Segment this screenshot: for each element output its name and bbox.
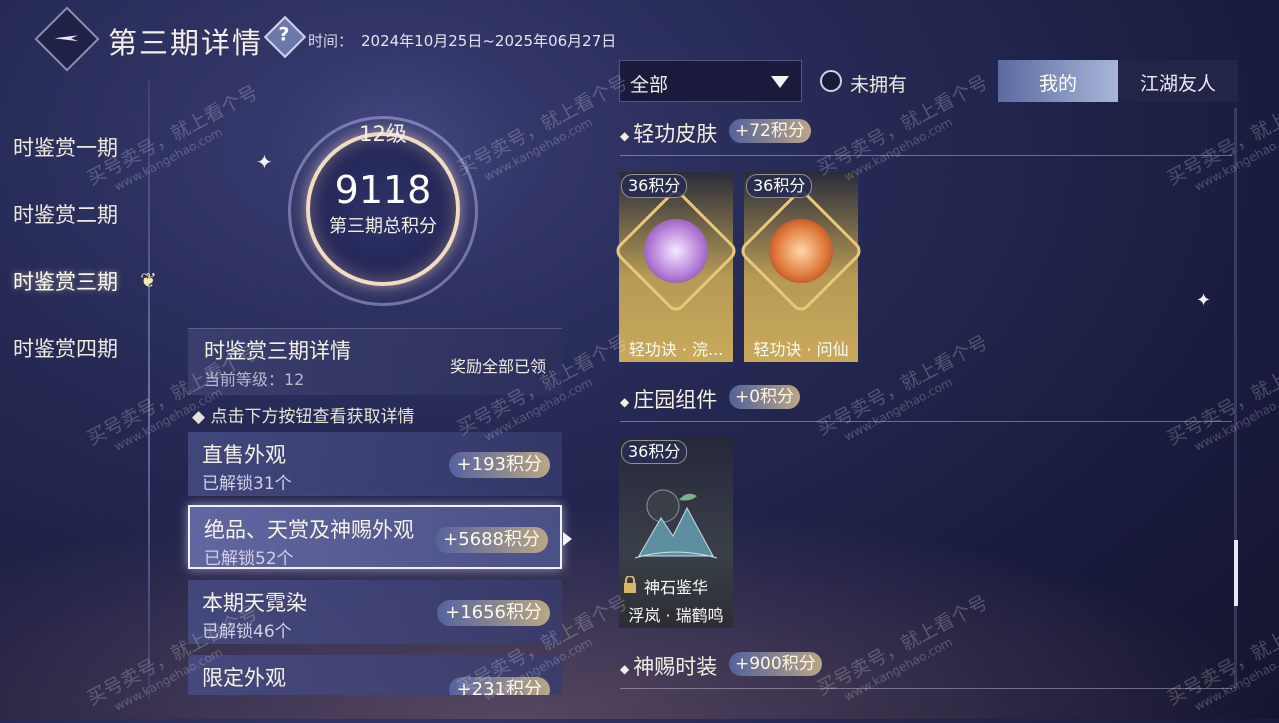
question-icon: ? (278, 23, 290, 46)
section-points-badge: +0积分 (729, 385, 801, 409)
detail-title: 时鉴赏三期详情 (204, 339, 351, 363)
watermark: 买号卖号，就上看个号 www.kangehao.com (1163, 341, 1279, 454)
category-title: 本期天霓染 (202, 591, 307, 615)
item-name: 轻功诀 · 浣... (628, 340, 724, 359)
category-points-badge: +5688积分 (435, 527, 548, 553)
tab-mine-label: 我的 (1038, 73, 1077, 95)
period-detail-card[interactable]: 时鉴赏三期详情 当前等级：12 奖励全部已领 (188, 328, 562, 395)
category-limited[interactable]: 限定外观 +231积分 (188, 655, 562, 695)
category-count: 已解锁31个 (202, 474, 292, 494)
scrollbar-thumb[interactable] (1234, 540, 1238, 606)
section-points-badge: +72积分 (729, 119, 811, 143)
section-title: ◆ 轻功皮肤 (620, 122, 718, 146)
level-text: 12级 (359, 122, 407, 146)
category-points-badge: +1656积分 (437, 600, 550, 626)
watermark: 买号卖号，就上看个号 www.kangehao.com (813, 591, 992, 704)
item-name: 轻功诀 · 问仙 (753, 340, 849, 359)
nav-item-period-1[interactable]: 时鉴赏一期 (13, 132, 118, 162)
reward-status: 奖励全部已领 (449, 357, 546, 376)
hint-text: ◆ 点击下方按钮查看获取详情 (192, 407, 415, 427)
back-button[interactable] (34, 6, 100, 72)
section-points-badge: +900积分 (729, 652, 822, 676)
qinggong-skin-icon (644, 219, 708, 283)
tab-friends[interactable]: 江湖友人 (1118, 60, 1238, 102)
nav-item-period-3[interactable]: 时鉴赏三期 (13, 266, 118, 296)
section-title: ◆ 神赐时装 (620, 655, 718, 679)
category-title: 限定外观 (202, 666, 286, 690)
period-label: 时间： (308, 32, 354, 50)
section-title: ◆ 庄园组件 (620, 388, 718, 412)
dropdown-value: 全部 (630, 74, 669, 96)
selected-arrow-icon (563, 532, 572, 546)
page-title: 第三期详情 (108, 26, 264, 60)
tab-mine[interactable]: 我的 (998, 60, 1118, 102)
category-count: 已解锁46个 (202, 622, 292, 642)
section-divider (620, 155, 1232, 156)
tab-friends-label: 江湖友人 (1139, 73, 1216, 95)
sparkle-icon: ✦ (1196, 290, 1212, 311)
category-points-badge: +193积分 (448, 452, 550, 478)
category-premium-appearance[interactable]: 绝品、天赏及神赐外观 已解锁52个 +5688积分 (188, 505, 562, 569)
section-divider (620, 421, 1232, 422)
qinggong-skin-icon (769, 219, 833, 283)
nav-item-period-2[interactable]: 时鉴赏二期 (13, 199, 118, 229)
chevron-down-icon (771, 76, 789, 88)
period-value: 2024年10月25日~2025年06月27日 (361, 32, 617, 50)
category-dye[interactable]: 本期天霓染 已解锁46个 +1656积分 (188, 580, 562, 644)
item-card[interactable]: 36积分 神石鉴华 浮岚 · 瑞鹤鸣 (619, 438, 733, 628)
item-points: 36积分 (621, 440, 688, 464)
nav-item-period-4[interactable]: 时鉴赏四期 (13, 333, 118, 363)
category-title: 绝品、天赏及神赐外观 (204, 518, 414, 542)
active-nav-marker-icon: ❦ (140, 268, 157, 292)
nav-divider-line (148, 80, 150, 700)
category-points-badge: +231积分 (448, 677, 550, 695)
item-subtitle: 神石鉴华 (643, 578, 708, 597)
unowned-label: 未拥有 (850, 74, 908, 96)
section-divider (620, 688, 1232, 689)
item-points: 36积分 (621, 174, 688, 198)
filter-dropdown[interactable]: 全部 (619, 60, 802, 102)
unowned-checkbox[interactable] (820, 70, 842, 92)
category-direct-sale[interactable]: 直售外观 已解锁31个 +193积分 (188, 432, 562, 496)
item-card[interactable]: 36积分 轻功诀 · 问仙 (737, 172, 865, 362)
back-arrow-icon (54, 35, 78, 41)
category-count: 已解锁52个 (204, 549, 294, 569)
total-score: 9118 (334, 168, 432, 212)
item-card[interactable]: 36积分 轻功诀 · 浣... (612, 172, 740, 362)
sparkle-icon: ✦ (256, 150, 273, 174)
item-points: 36积分 (746, 174, 813, 198)
item-name: 浮岚 · 瑞鹤鸣 (628, 606, 724, 625)
watermark: 买号卖号，就上看个号 www.kangehao.com (1163, 601, 1279, 714)
help-button[interactable]: ? (263, 15, 307, 59)
current-level: 当前等级：12 (204, 370, 305, 389)
total-score-label: 第三期总积分 (329, 216, 437, 237)
category-title: 直售外观 (202, 443, 286, 467)
mountain-artwork-icon (634, 489, 718, 559)
